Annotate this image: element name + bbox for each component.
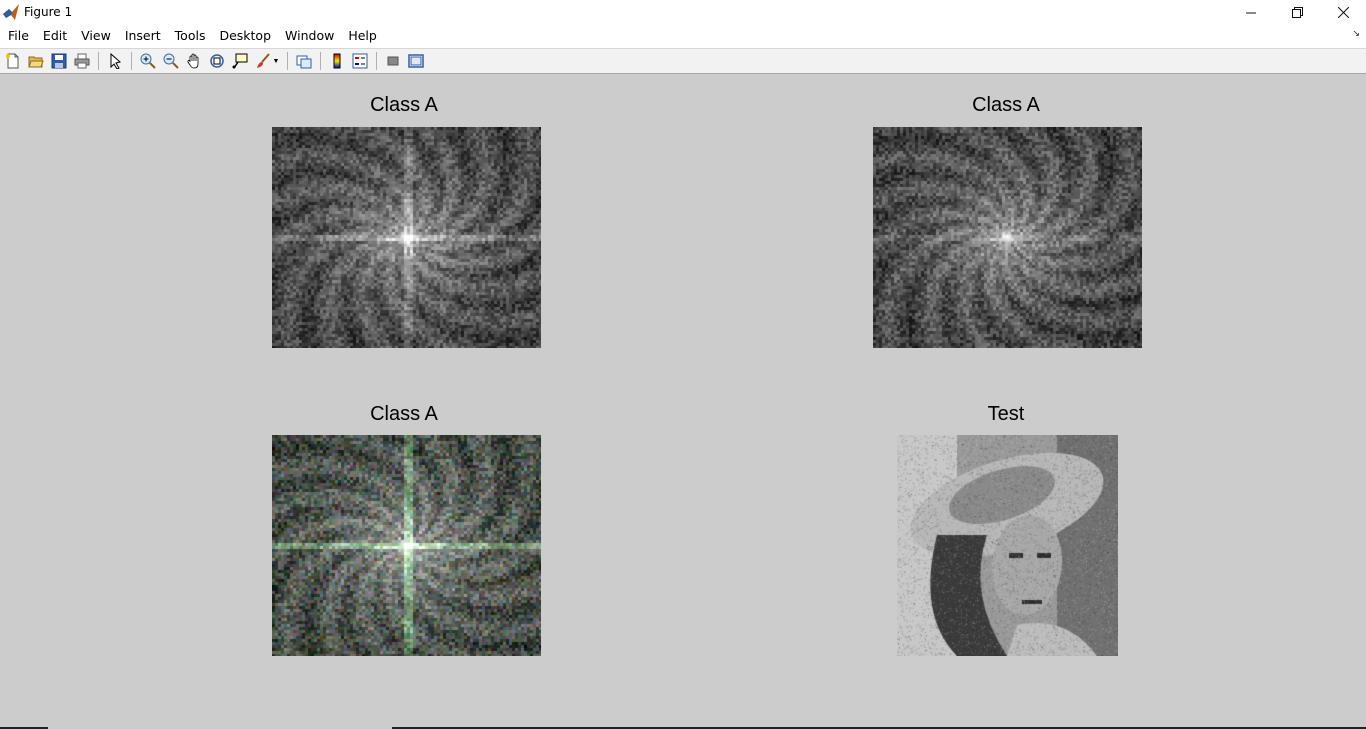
subplot-4-image (897, 435, 1118, 656)
chevron-down-icon: ▼ (272, 57, 280, 65)
minimize-icon (1245, 12, 1256, 13)
figure-canvas: Class A Class A Class A Test (0, 75, 1366, 729)
menu-help[interactable]: Help (342, 24, 383, 48)
menu-insert[interactable]: Insert (119, 24, 167, 48)
data-cursor-icon (232, 53, 248, 69)
minimize-button[interactable] (1228, 0, 1274, 24)
rotate-3d-icon (210, 54, 224, 68)
menu-tools[interactable]: Tools (169, 24, 212, 48)
hide-plot-tools-button[interactable] (382, 50, 404, 72)
subplot-3-image (272, 435, 541, 656)
menu-bar: File Edit View Insert Tools Desktop Wind… (0, 24, 1366, 48)
show-plot-tools-button[interactable] (405, 50, 427, 72)
toolbar-separator (376, 52, 377, 70)
new-figure-icon (6, 53, 19, 69)
menu-window[interactable]: Window (279, 24, 340, 48)
colorbar-icon (333, 53, 341, 69)
print-button[interactable] (71, 50, 93, 72)
print-icon (74, 53, 90, 69)
close-icon (1337, 6, 1349, 18)
brush-icon (256, 53, 270, 68)
brush-button[interactable]: ▼ (252, 50, 282, 72)
subplot-1-title: Class A (370, 94, 438, 116)
zoom-in-icon (140, 53, 156, 69)
show-plot-tools-icon (408, 54, 424, 68)
subplot-1-image (272, 127, 541, 348)
subplot-4-title: Test (987, 403, 1025, 425)
menu-desktop[interactable]: Desktop (213, 24, 277, 48)
rotate-3d-button[interactable] (206, 50, 228, 72)
subplot-3-title: Class A (370, 403, 438, 425)
edit-plot-button[interactable] (104, 50, 126, 72)
zoom-in-button[interactable] (137, 50, 159, 72)
toolbar-separator (131, 52, 132, 70)
toolbar-separator (320, 52, 321, 70)
new-figure-button[interactable] (2, 50, 24, 72)
zoom-out-button[interactable] (160, 50, 182, 72)
dock-arrow-icon[interactable]: ↘ (1352, 29, 1360, 39)
restore-icon (1291, 6, 1303, 18)
subplot-2-image (873, 127, 1142, 348)
menu-view[interactable]: View (75, 24, 117, 48)
open-file-button[interactable] (25, 50, 47, 72)
link-plot-button[interactable] (293, 50, 315, 72)
edit-plot-icon (110, 53, 122, 69)
legend-button[interactable] (349, 50, 371, 72)
data-cursor-button[interactable] (229, 50, 251, 72)
toolbar-separator (98, 52, 99, 70)
save-button[interactable] (48, 50, 70, 72)
legend-icon (352, 53, 368, 69)
title-bar: Figure 1 (0, 0, 1366, 24)
toolbar-separator (287, 52, 288, 70)
link-plot-icon (296, 55, 312, 69)
matlab-logo-icon (3, 4, 19, 20)
pan-icon (187, 53, 199, 69)
colorbar-button[interactable] (326, 50, 348, 72)
subplot-2-title: Class A (972, 94, 1040, 116)
zoom-out-icon (163, 53, 179, 69)
open-file-icon (28, 56, 44, 68)
close-button[interactable] (1320, 0, 1366, 24)
figure-toolbar: ▼ (0, 48, 1366, 74)
menu-edit[interactable]: Edit (37, 24, 73, 48)
restore-button[interactable] (1274, 0, 1320, 24)
menu-file[interactable]: File (0, 24, 35, 48)
window-title: Figure 1 (24, 5, 73, 19)
save-icon (51, 53, 67, 69)
hide-plot-tools-icon (387, 56, 399, 66)
pan-button[interactable] (183, 50, 205, 72)
